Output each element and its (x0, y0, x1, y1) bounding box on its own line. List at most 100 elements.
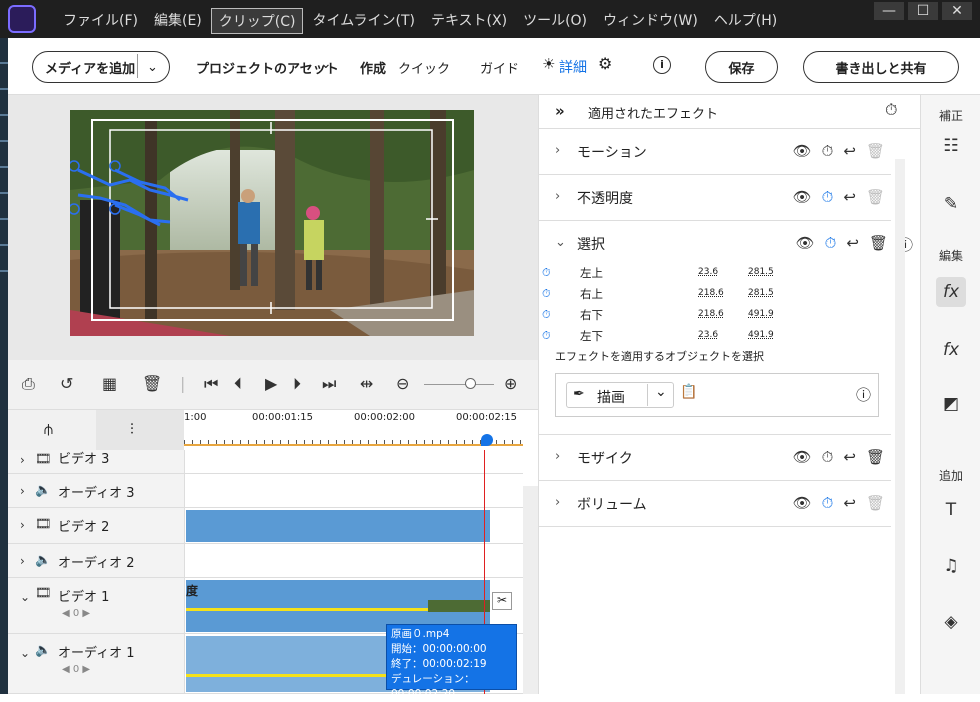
graphics-icon[interactable]: ◈ (936, 607, 966, 637)
menu-text[interactable]: テキスト(X) (424, 8, 514, 34)
trash-icon[interactable]: 🗑 (866, 188, 885, 206)
menu-edit[interactable]: 編集(E) (147, 8, 209, 34)
stopwatch-icon[interactable]: ⏱ (542, 308, 551, 322)
stopwatch-icon[interactable]: ⏱ (822, 494, 834, 512)
close-icon[interactable]: ✕ (942, 2, 972, 20)
menu-timeline[interactable]: タイムライン(T) (305, 8, 422, 34)
reset-icon[interactable]: ↩ (843, 448, 856, 466)
stopwatch-icon[interactable]: ⏱ (542, 266, 551, 280)
trash-icon[interactable]: 🗑 (866, 494, 885, 512)
zoom-slider-handle[interactable] (465, 378, 476, 389)
chevron-right-icon[interactable]: › (555, 449, 560, 464)
go-to-start-icon[interactable]: ⏮ (204, 374, 218, 394)
point-x[interactable]: 218.6 (698, 288, 724, 298)
stopwatch-icon[interactable]: ⏱ (885, 100, 897, 120)
add-text-icon[interactable]: T (936, 495, 966, 525)
eye-icon[interactable]: 👁 (793, 494, 812, 512)
applied-effects-icon[interactable]: fx (936, 277, 966, 307)
stopwatch-icon[interactable]: ⏱ (822, 142, 834, 160)
effect-mosaic[interactable]: › モザイク 👁 ⏱ ↩ 🗑 (539, 435, 891, 481)
go-to-end-icon[interactable]: ⏭ (322, 374, 336, 394)
chevron-right-icon[interactable]: › (555, 189, 560, 204)
point-x[interactable]: 23.6 (698, 330, 718, 340)
stopwatch-icon[interactable]: ⏱ (825, 234, 837, 255)
mode-quick[interactable]: クイック (398, 58, 450, 77)
fit-timeline-icon[interactable]: ⇹ (360, 374, 373, 393)
chevron-right-icon[interactable]: › (555, 495, 560, 510)
menu-help[interactable]: ヘルプ(H) (707, 8, 784, 34)
music-icon[interactable]: ♫ (936, 551, 966, 581)
step-back-icon[interactable]: ⏴ (234, 374, 242, 394)
timeline-scrollbar[interactable] (523, 486, 538, 694)
eye-icon[interactable]: 👁 (793, 188, 812, 206)
split-track-icon[interactable]: ⫛ (44, 420, 53, 438)
point-x[interactable]: 218.6 (698, 309, 724, 319)
save-button[interactable]: 保存 (705, 51, 778, 83)
draw-dropdown[interactable]: ✒ 描画 ⌄ (566, 382, 674, 408)
trash-icon[interactable]: 🗑 (866, 142, 885, 160)
effects-icon[interactable]: fx (936, 335, 966, 365)
mode-guide[interactable]: ガイド (480, 58, 519, 77)
point-y[interactable]: 491.9 (748, 309, 774, 319)
menu-tools[interactable]: ツール(O) (516, 8, 594, 34)
maximize-icon[interactable]: ☐ (908, 2, 938, 20)
create-menu[interactable]: 作成 (360, 58, 386, 77)
menu-file[interactable]: ファイル(F) (56, 8, 145, 34)
chevron-down-icon[interactable]: ⌄ (655, 384, 667, 400)
point-y[interactable]: 491.9 (748, 330, 774, 340)
collapse-panel-icon[interactable]: » (555, 102, 565, 120)
menu-window[interactable]: ウィンドウ(W) (596, 8, 705, 34)
playhead-handle[interactable] (481, 434, 493, 446)
export-share-button[interactable]: 書き出しと共有 (803, 51, 959, 83)
reset-icon[interactable]: ↩ (843, 142, 856, 160)
transitions-icon[interactable]: ◩ (936, 389, 966, 419)
storyboard-icon[interactable]: ▦ (102, 374, 117, 393)
zoom-in-icon[interactable]: ⊕ (504, 374, 517, 393)
effect-volume[interactable]: › ボリューム 👁 ⏱ ↩ 🗑 (539, 481, 891, 527)
stopwatch-icon[interactable]: ⏱ (822, 448, 834, 466)
trash-icon[interactable]: 🗑 (866, 448, 885, 466)
chevron-right-icon[interactable]: › (555, 143, 560, 158)
effect-motion[interactable]: › モーション 👁 ⏱ ↩ 🗑 (539, 129, 891, 175)
tools-icon[interactable]: ✎ (936, 189, 966, 219)
clip-video2[interactable] (186, 510, 490, 542)
chevron-down-icon[interactable]: ⌄ (320, 56, 332, 72)
trash-icon[interactable]: 🗑 (142, 374, 162, 393)
effects-scrollbar[interactable] (895, 159, 905, 694)
mode-expert[interactable]: 詳細 (559, 57, 587, 77)
step-forward-icon[interactable]: ⏵ (293, 374, 301, 394)
point-x[interactable]: 23.6 (698, 267, 718, 277)
reset-icon[interactable]: ↩ (843, 494, 856, 512)
gear-icon[interactable]: ⚙ (598, 54, 612, 73)
chevron-down-icon[interactable]: ⌄ (147, 60, 158, 75)
render-icon[interactable]: ⎙ (22, 374, 35, 394)
eye-icon[interactable]: 👁 (796, 234, 815, 255)
timeline-ruler[interactable]: ⫛ ⫶ 1:00 00:00:01:15 00:00:02:00 00:00:0… (8, 410, 538, 450)
play-icon[interactable]: ▶ (265, 374, 277, 393)
effect-opacity[interactable]: › 不透明度 👁 ⏱ ↩ 🗑 (539, 175, 891, 221)
rotate-icon[interactable]: ↺ (60, 374, 73, 393)
eye-icon[interactable]: 👁 (793, 448, 812, 466)
point-y[interactable]: 281.5 (748, 288, 774, 298)
volume-stepper[interactable]: ◀ 0 ▶ (62, 608, 90, 619)
audio-waveform-icon[interactable]: ⫶ (130, 420, 134, 438)
help-icon[interactable]: ⓘ (856, 384, 871, 405)
eye-icon[interactable]: 👁 (793, 142, 812, 160)
adjust-sliders-icon[interactable]: ☷ (936, 131, 966, 161)
project-assets-menu[interactable]: プロジェクトのアセット (196, 58, 339, 77)
chevron-down-icon[interactable]: ⌄ (555, 235, 566, 250)
stopwatch-icon[interactable]: ⏱ (542, 287, 551, 301)
add-media-button[interactable]: メディアを追加 ⌄ (32, 51, 170, 83)
reset-icon[interactable]: ↩ (846, 234, 859, 255)
point-y[interactable]: 281.5 (748, 267, 774, 277)
stopwatch-icon[interactable]: ⏱ (542, 329, 551, 343)
zoom-slider-track[interactable] (424, 384, 494, 385)
zoom-out-icon[interactable]: ⊖ (396, 374, 409, 393)
info-icon[interactable]: i (653, 56, 671, 74)
reset-icon[interactable]: ↩ (843, 188, 856, 206)
trash-icon[interactable]: 🗑 (869, 234, 888, 255)
menu-clip[interactable]: クリップ(C) (210, 8, 304, 34)
video-frame[interactable] (70, 110, 474, 336)
volume-stepper[interactable]: ◀ 0 ▶ (62, 664, 90, 675)
minimize-icon[interactable]: — (874, 2, 904, 20)
